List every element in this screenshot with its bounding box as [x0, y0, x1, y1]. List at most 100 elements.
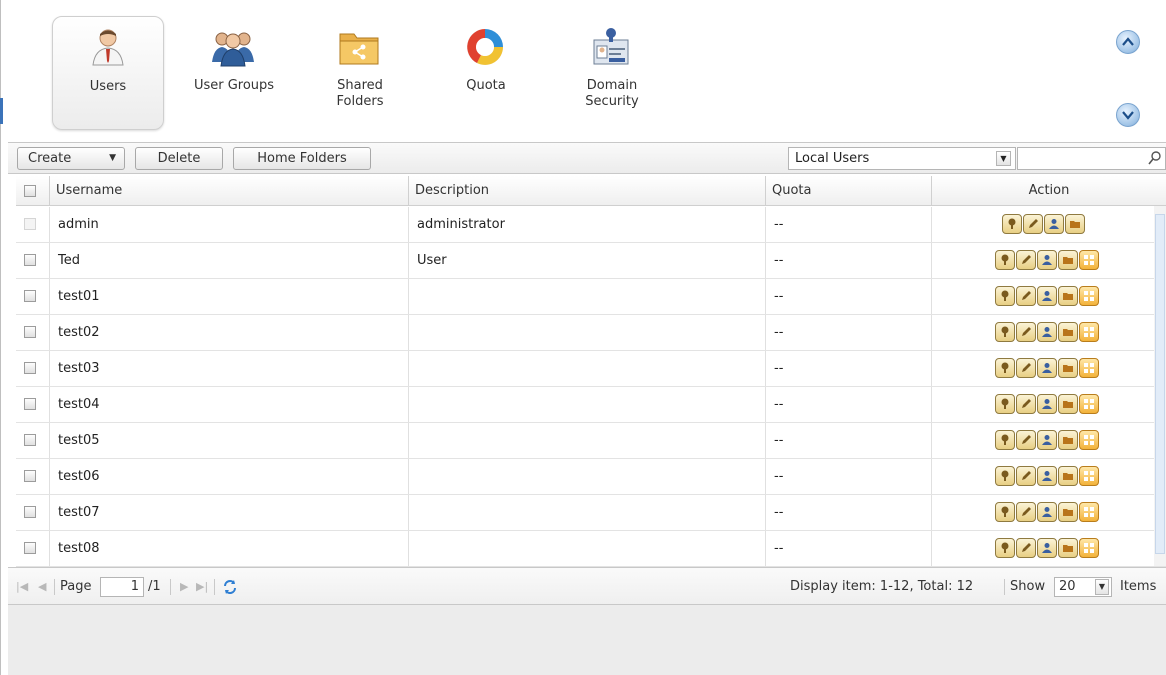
edit-group-icon[interactable] — [1037, 502, 1057, 522]
table-row[interactable]: test02 -- — [16, 315, 1166, 351]
row-checkbox[interactable] — [24, 506, 36, 518]
table-row[interactable]: test08 -- — [16, 531, 1166, 567]
edit-shared-folder-icon[interactable] — [1058, 394, 1078, 414]
edit-shared-folder-icon[interactable] — [1058, 502, 1078, 522]
edit-group-icon[interactable] — [1037, 538, 1057, 558]
search-icon[interactable] — [1148, 150, 1162, 166]
table-row[interactable]: test04 -- — [16, 387, 1166, 423]
edit-group-icon[interactable] — [1037, 394, 1057, 414]
last-page-icon[interactable]: ▶| — [196, 568, 208, 606]
nav-shared-folders[interactable]: Shared Folders — [304, 16, 416, 130]
table-row[interactable]: test05 -- — [16, 423, 1166, 459]
description-cell — [409, 387, 766, 422]
edit-group-icon[interactable] — [1037, 358, 1057, 378]
username-cell: test01 — [50, 279, 409, 314]
refresh-icon[interactable] — [222, 579, 238, 595]
edit-quota-icon[interactable] — [1079, 358, 1099, 378]
edit-shared-folder-icon[interactable] — [1058, 538, 1078, 558]
change-password-icon[interactable] — [995, 430, 1015, 450]
edit-profile-icon[interactable] — [1016, 394, 1036, 414]
row-checkbox[interactable] — [24, 434, 36, 446]
table-row[interactable]: test06 -- — [16, 459, 1166, 495]
chevron-down-icon[interactable]: ▼ — [1095, 579, 1109, 595]
edit-group-icon[interactable] — [1044, 214, 1064, 234]
nav-domain-security[interactable]: Domain Security — [556, 16, 668, 130]
row-checkbox[interactable] — [24, 326, 36, 338]
edit-shared-folder-icon[interactable] — [1058, 358, 1078, 378]
edit-profile-icon[interactable] — [1016, 538, 1036, 558]
edit-profile-icon[interactable] — [1023, 214, 1043, 234]
edit-profile-icon[interactable] — [1016, 502, 1036, 522]
change-password-icon[interactable] — [995, 286, 1015, 306]
edit-profile-icon[interactable] — [1016, 430, 1036, 450]
edit-group-icon[interactable] — [1037, 322, 1057, 342]
row-checkbox[interactable] — [24, 290, 36, 302]
column-header-username[interactable]: Username — [50, 176, 409, 206]
change-password-icon[interactable] — [995, 322, 1015, 342]
edit-shared-folder-icon[interactable] — [1058, 430, 1078, 450]
page-number-input[interactable]: 1 — [100, 577, 144, 597]
scrollbar-thumb[interactable] — [1155, 214, 1165, 554]
edit-quota-icon[interactable] — [1079, 394, 1099, 414]
chevron-down-icon[interactable]: ▼ — [996, 151, 1011, 166]
edit-shared-folder-icon[interactable] — [1058, 466, 1078, 486]
change-password-icon[interactable] — [995, 538, 1015, 558]
column-header-description[interactable]: Description — [409, 176, 766, 206]
edit-shared-folder-icon[interactable] — [1058, 250, 1078, 270]
change-password-icon[interactable] — [995, 250, 1015, 270]
table-row[interactable]: admin administrator -- — [16, 207, 1166, 243]
row-checkbox[interactable] — [24, 542, 36, 554]
change-password-icon[interactable] — [995, 466, 1015, 486]
edit-quota-icon[interactable] — [1079, 322, 1099, 342]
select-all-checkbox[interactable] — [24, 185, 36, 197]
page-size-select[interactable]: 20 ▼ — [1054, 577, 1112, 597]
change-password-icon[interactable] — [995, 394, 1015, 414]
edit-profile-icon[interactable] — [1016, 466, 1036, 486]
quota-cell: -- — [766, 315, 932, 350]
edit-group-icon[interactable] — [1037, 286, 1057, 306]
row-checkbox[interactable] — [24, 470, 36, 482]
edit-quota-icon[interactable] — [1079, 502, 1099, 522]
edit-profile-icon[interactable] — [1016, 322, 1036, 342]
first-page-icon[interactable]: |◀ — [16, 568, 28, 606]
edit-quota-icon[interactable] — [1079, 250, 1099, 270]
table-row[interactable]: test07 -- — [16, 495, 1166, 531]
create-button[interactable]: Create ▼ — [17, 147, 125, 170]
edit-shared-folder-icon[interactable] — [1065, 214, 1085, 234]
next-page-icon[interactable]: ▶ — [180, 568, 188, 606]
change-password-icon[interactable] — [995, 358, 1015, 378]
edit-quota-icon[interactable] — [1079, 430, 1099, 450]
column-header-quota[interactable]: Quota — [766, 176, 932, 206]
change-password-icon[interactable] — [1002, 214, 1022, 234]
search-input[interactable] — [1017, 147, 1166, 170]
home-folders-button[interactable]: Home Folders — [233, 147, 371, 170]
row-checkbox[interactable] — [24, 398, 36, 410]
table-scrollbar[interactable] — [1154, 206, 1166, 566]
edit-group-icon[interactable] — [1037, 250, 1057, 270]
row-checkbox[interactable] — [24, 362, 36, 374]
nav-users[interactable]: Users — [52, 16, 164, 130]
edit-shared-folder-icon[interactable] — [1058, 322, 1078, 342]
row-checkbox[interactable] — [24, 254, 36, 266]
edit-group-icon[interactable] — [1037, 466, 1057, 486]
table-row[interactable]: test03 -- — [16, 351, 1166, 387]
nav-quota[interactable]: Quota — [430, 16, 542, 130]
edit-quota-icon[interactable] — [1079, 286, 1099, 306]
table-row[interactable]: test01 -- — [16, 279, 1166, 315]
edit-profile-icon[interactable] — [1016, 286, 1036, 306]
delete-button[interactable]: Delete — [135, 147, 223, 170]
edit-shared-folder-icon[interactable] — [1058, 286, 1078, 306]
edit-profile-icon[interactable] — [1016, 250, 1036, 270]
nav-user-groups[interactable]: User Groups — [178, 16, 290, 130]
previous-page-icon[interactable]: ◀ — [38, 568, 46, 606]
user-type-select[interactable]: Local Users ▼ — [788, 147, 1016, 170]
edit-profile-icon[interactable] — [1016, 358, 1036, 378]
change-password-icon[interactable] — [995, 502, 1015, 522]
table-row[interactable]: Ted User -- — [16, 243, 1166, 279]
edit-quota-icon[interactable] — [1079, 538, 1099, 558]
nav-scroll-up-button[interactable] — [1116, 30, 1140, 54]
nav-scroll-down-button[interactable] — [1116, 103, 1140, 127]
edit-group-icon[interactable] — [1037, 430, 1057, 450]
edit-quota-icon[interactable] — [1079, 466, 1099, 486]
pager-divider — [170, 579, 171, 595]
